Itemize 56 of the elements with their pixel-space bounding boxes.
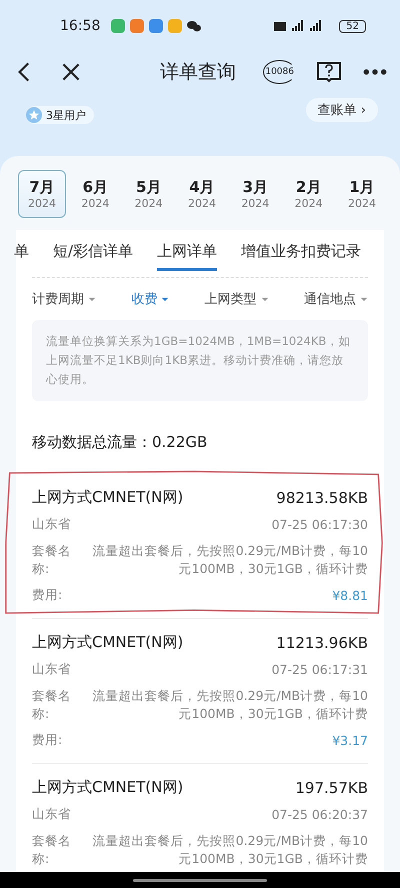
app-icon (111, 19, 126, 33)
month-tab[interactable]: 1月 2024 (338, 170, 386, 218)
record-location: 山东省 (32, 516, 71, 533)
status-time: 16:58 (60, 18, 100, 34)
record-type: 上网方式CMNET(N网) (32, 633, 184, 652)
caret-icon (161, 296, 170, 302)
record-location: 山东省 (32, 661, 71, 678)
notice-text: 流量单位换算关系为1GB=1024MB，1MB=1024KB，如上网流量不足1KB则向1KB累进。移动计费准确，请您放心使用。 (32, 320, 368, 401)
detail-tab[interactable]: 上网详单 (157, 242, 218, 271)
record-amount: 98213.58KB (276, 488, 368, 506)
record-time: 07-25 06:17:30 (272, 517, 368, 532)
filter-dropdown[interactable]: 收费 (131, 290, 170, 308)
detail-tab[interactable]: 短/彩信详单 (53, 242, 134, 271)
home-indicator[interactable] (133, 878, 267, 882)
total-data-usage: 移动数据总流量：0.22GB (32, 432, 208, 453)
app-icon (168, 19, 182, 33)
filter-dropdown[interactable]: 通信地点 (304, 290, 368, 308)
filter-dropdown[interactable]: 计费周期 (32, 290, 96, 308)
month-tab[interactable]: 6月 2024 (71, 170, 120, 218)
detail-tab[interactable]: 增值业务扣费记录 (241, 242, 362, 271)
record-location: 山东省 (32, 806, 71, 823)
package-label: 套餐名称: (32, 542, 72, 578)
month-tab[interactable]: 4月 2024 (178, 170, 226, 218)
fee-amount: ¥8.81 (332, 588, 368, 603)
caret-icon (88, 296, 96, 302)
month-tab[interactable]: 5月 2024 (124, 170, 173, 218)
record-amount: 197.57KB (295, 778, 368, 796)
detail-tab[interactable]: 单 (14, 242, 29, 271)
app-icon (130, 19, 144, 33)
view-bill-button[interactable]: 查账单 › (306, 98, 378, 122)
record-time: 07-25 06:17:31 (272, 662, 368, 677)
package-description: 流量超出套餐后，先按照0.29元/MB计费，每10元100MB，30元1GB，循环计费 (92, 542, 368, 578)
fee-label: 费用: (32, 732, 62, 749)
battery-level: 52 (339, 20, 366, 32)
filter-dropdown[interactable]: 上网类型 (204, 290, 269, 308)
record-amount: 11213.96KB (276, 634, 368, 652)
caret-icon (360, 296, 368, 302)
month-tab[interactable]: 2月 2024 (284, 170, 333, 218)
user-level-badge: 3星用户 (26, 106, 94, 124)
record-type: 上网方式CMNET(N网) (32, 778, 184, 797)
hotline-button[interactable]: 10086 (263, 60, 296, 84)
package-description: 流量超出套餐后，先按照0.29元/MB计费，每10元100MB，30元1GB，循环计费 (92, 687, 368, 723)
month-tab[interactable]: 3月 2024 (231, 170, 280, 218)
fee-amount: ¥3.17 (332, 733, 368, 748)
record-time: 07-25 06:20:37 (272, 807, 368, 822)
package-label: 套餐名称: (32, 832, 72, 868)
help-icon[interactable] (316, 59, 342, 85)
record-type: 上网方式CMNET(N网) (32, 488, 184, 507)
package-label: 套餐名称: (32, 687, 72, 723)
fee-label: 费用: (32, 587, 62, 604)
chat-icon (187, 20, 202, 32)
app-icon (149, 19, 164, 33)
package-description: 流量超出套餐后，先按照0.29元/MB计费，每10元100MB，30元1GB，循环计费 (92, 832, 368, 868)
page-title: 详单查询 (160, 60, 237, 85)
caret-icon (260, 296, 269, 302)
month-tab[interactable]: 7月 2024 (18, 170, 66, 218)
